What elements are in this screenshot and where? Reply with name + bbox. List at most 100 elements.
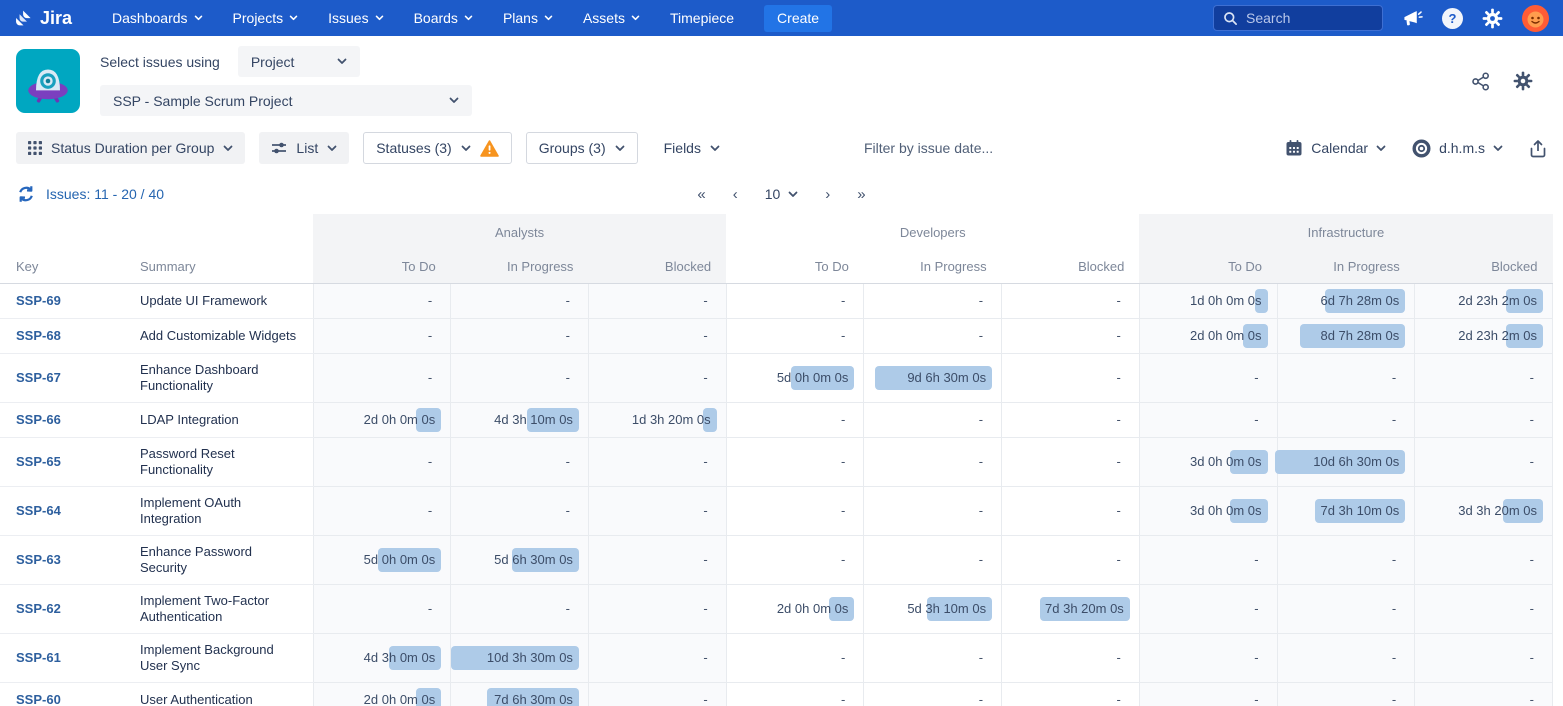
next-page-button[interactable]: › [825,186,830,203]
nav-item-dashboards[interactable]: Dashboards [112,10,203,26]
duration-cell: - [726,437,864,486]
calendar-icon [1285,139,1303,157]
duration-value: 7d 3h 20m 0s [1045,601,1135,616]
issue-key-link[interactable]: SSP-61 [16,650,61,665]
duration-format-select[interactable]: d.h.m.s [1412,132,1503,164]
report-settings-gear-icon[interactable] [1513,71,1533,91]
issue-summary: Implement Background User Sync [140,633,313,682]
issue-key-link[interactable]: SSP-64 [16,503,61,518]
duration-cell: - [864,486,1002,535]
duration-cell: - [588,682,726,706]
duration-cell: - [313,437,451,486]
create-button[interactable]: Create [764,5,832,32]
jira-logo-icon [14,9,33,28]
issue-key-link[interactable]: SSP-67 [16,370,61,385]
duration-cell: - [864,437,1002,486]
share-icon[interactable] [1471,72,1490,91]
warning-icon [480,140,499,157]
duration-cell: 5d 0h 0m 0s [313,535,451,584]
duration-cell: - [588,486,726,535]
duration-value: 10d 3h 30m 0s [487,650,584,665]
export-icon[interactable] [1529,139,1547,158]
duration-cell: - [864,402,1002,437]
column-header-summary: Summary [140,250,313,283]
duration-cell: - [451,437,589,486]
nav-item-timepiece[interactable]: Timepiece [670,10,734,26]
statuses-filter-button[interactable]: Statuses (3) [363,132,511,164]
duration-value: 1d 3h 20m 0s [632,412,722,427]
nav-item-boards[interactable]: Boards [414,10,473,26]
duration-cell: 8d 7h 28m 0s [1277,318,1415,353]
issue-key-link[interactable]: SSP-63 [16,552,61,567]
duration-cell: - [451,584,589,633]
issue-summary: Update UI Framework [140,283,313,318]
fields-button[interactable]: Fields [652,132,732,164]
duration-cell: 7d 6h 30m 0s [451,682,589,706]
nav-item-plans[interactable]: Plans [503,10,553,26]
issue-source-select[interactable]: Project [238,46,360,77]
settings-gear-icon[interactable] [1482,8,1503,29]
duration-cell: 7d 3h 20m 0s [1002,584,1140,633]
column-header-inprogress: In Progress [864,250,1002,283]
issue-summary: User Authentication [140,682,313,706]
nav-item-issues[interactable]: Issues [328,10,383,26]
duration-cell: - [1277,633,1415,682]
top-navigation-bar: Jira Dashboards Projects Issues Boards Plans… [0,0,1563,36]
help-icon[interactable]: ? [1442,8,1463,29]
duration-cell: - [1002,633,1140,682]
refresh-icon[interactable] [16,184,36,204]
view-mode-select[interactable]: List [259,132,349,164]
duration-cell: 3d 0h 0m 0s [1139,486,1277,535]
duration-cell: 2d 23h 2m 0s [1415,283,1553,318]
duration-cell: - [1415,682,1553,706]
duration-cell: - [1002,283,1140,318]
duration-value: 10d 6h 30m 0s [1313,454,1410,469]
duration-cell: - [313,584,451,633]
duration-cell: - [1002,318,1140,353]
duration-cell: - [313,283,451,318]
user-avatar[interactable] [1522,5,1549,32]
duration-cell: - [864,535,1002,584]
groups-filter-button[interactable]: Groups (3) [526,132,638,164]
issue-key-link[interactable]: SSP-69 [16,293,61,308]
duration-value: 7d 6h 30m 0s [494,692,584,706]
announcements-icon[interactable] [1402,9,1423,28]
issue-date-filter-input[interactable] [864,140,1074,156]
issue-key-link[interactable]: SSP-62 [16,601,61,616]
group-header-infrastructure: Infrastructure [1139,214,1552,250]
duration-value: 3d 3h 20m 0s [1458,503,1548,518]
issue-key-link[interactable]: SSP-65 [16,454,61,469]
search-input[interactable] [1246,10,1356,26]
page-size-select[interactable]: 10 [765,186,799,202]
project-select[interactable]: SSP - Sample Scrum Project [100,85,472,116]
global-search[interactable] [1213,5,1383,31]
nav-item-assets[interactable]: Assets [583,10,640,26]
issue-key-link[interactable]: SSP-60 [16,692,61,706]
duration-cell: - [313,486,451,535]
issue-summary: Implement Two-Factor Authentication [140,584,313,633]
duration-cell: 1d 0h 0m 0s [1139,283,1277,318]
duration-cell: - [451,283,589,318]
duration-cell: - [588,283,726,318]
issue-key-link[interactable]: SSP-68 [16,328,61,343]
report-type-select[interactable]: Status Duration per Group [16,132,245,164]
duration-cell: - [1139,633,1277,682]
duration-cell: 4d 3h 0m 0s [313,633,451,682]
first-page-button[interactable]: « [697,186,705,203]
nav-item-projects[interactable]: Projects [233,10,299,26]
duration-cell: - [588,318,726,353]
calendar-select[interactable]: Calendar [1285,132,1386,164]
jira-logo[interactable]: Jira [14,8,72,29]
duration-cell: - [726,486,864,535]
duration-cell: - [726,682,864,706]
duration-value: 2d 23h 2m 0s [1458,293,1548,308]
duration-cell: - [1415,353,1553,402]
duration-cell: - [1415,584,1553,633]
prev-page-button[interactable]: ‹ [733,186,738,203]
duration-value: 2d 0h 0m 0s [1190,328,1273,343]
duration-cell: 5d 3h 10m 0s [864,584,1002,633]
last-page-button[interactable]: » [857,186,865,203]
duration-cell: - [588,584,726,633]
column-header-todo: To Do [1139,250,1277,283]
issue-key-link[interactable]: SSP-66 [16,412,61,427]
